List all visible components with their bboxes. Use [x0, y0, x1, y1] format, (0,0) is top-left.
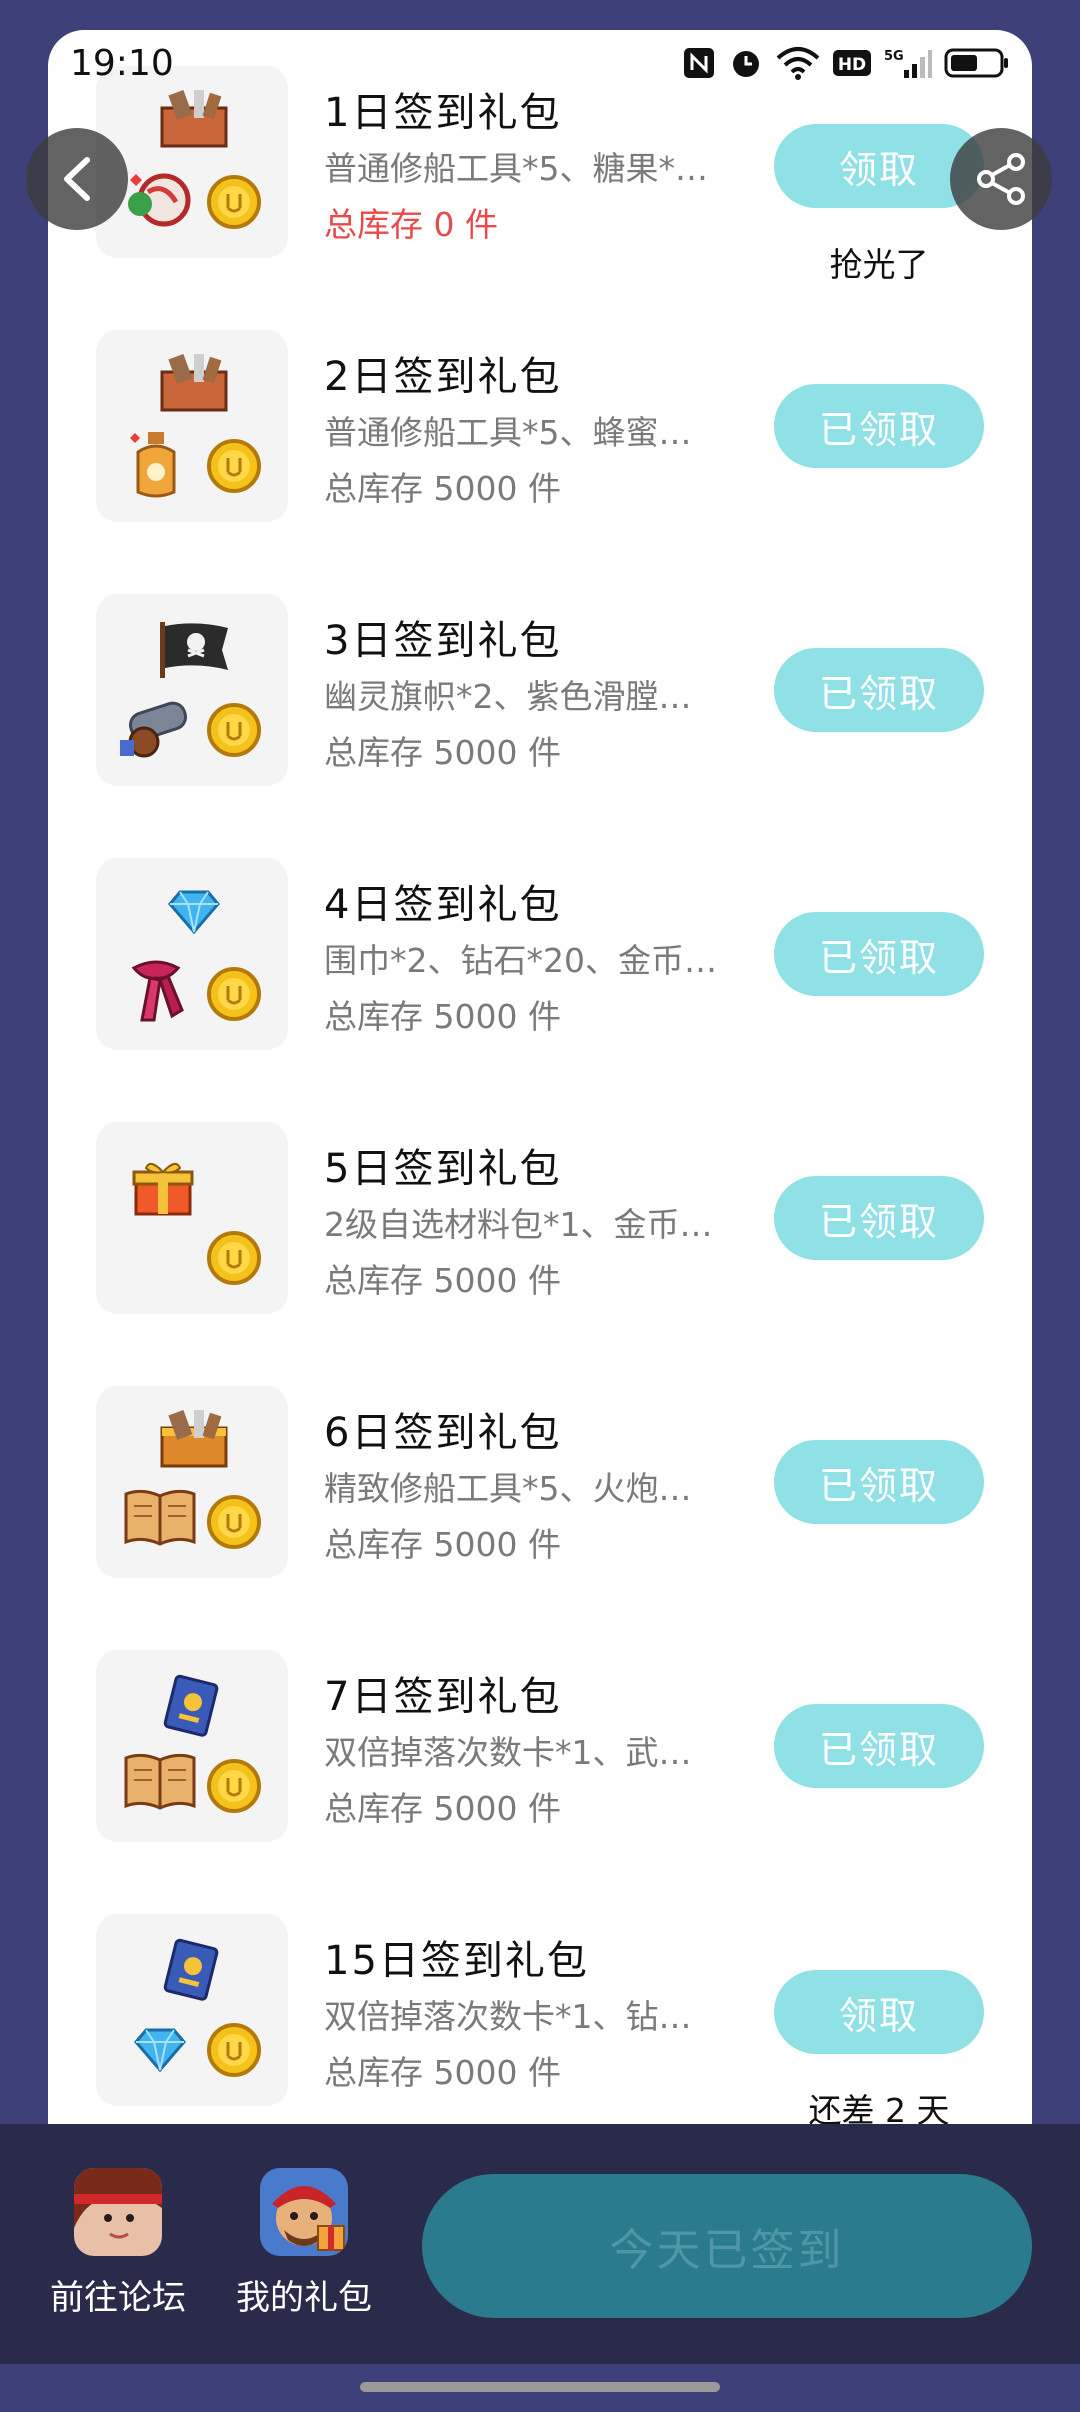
gift-row-day5: 5日签到礼包 2级自选材料包*1、金币… 总库存 5000 件 已领取 — [48, 1122, 1032, 1386]
gift-thumbnail — [96, 330, 288, 522]
claimed-button[interactable]: 已领取 — [774, 384, 984, 468]
alarm-icon — [733, 51, 759, 77]
candy-icon — [128, 173, 191, 227]
gift-list-panel: 19:10 HD 5G 1日签到礼包 普通修船工具*5、糖果*… 总库存 0 件… — [48, 30, 1032, 2130]
gift-desc: 双倍掉落次数卡*1、武… — [324, 1733, 692, 1772]
claimed-button[interactable]: 已领取 — [774, 912, 984, 996]
gift-title: 7日签到礼包 — [324, 1674, 562, 1720]
my-gifts-link[interactable]: 我的礼包 — [224, 2168, 384, 2319]
gift-row-day2: 2日签到礼包 普通修船工具*5、蜂蜜… 总库存 5000 件 已领取 — [48, 330, 1032, 594]
chevron-left-icon — [64, 157, 90, 201]
gift-row-day3: 3日签到礼包 幽灵旗帜*2、紫色滑膛… 总库存 5000 件 已领取 — [48, 594, 1032, 858]
back-button[interactable] — [26, 128, 128, 230]
svg-text:5G: 5G — [884, 49, 904, 64]
cannon-icon — [120, 701, 188, 758]
gift-row-day7: 7日签到礼包 双倍掉落次数卡*1、武… 总库存 5000 件 已领取 — [48, 1650, 1032, 1914]
gift-row-day6: 6日签到礼包 精致修船工具*5、火炮… 总库存 5000 件 已领取 — [48, 1386, 1032, 1650]
gift-thumbnail — [96, 1650, 288, 1842]
gift-stock: 总库存 5000 件 — [324, 1261, 561, 1300]
gift-thumbnail — [96, 1122, 288, 1314]
gift-stock: 总库存 5000 件 — [324, 733, 561, 772]
battery-icon — [944, 48, 1008, 78]
wifi-icon — [776, 47, 820, 80]
coin-icon — [207, 1231, 261, 1285]
status-time: 19:10 — [70, 42, 174, 84]
claimed-button[interactable]: 已领取 — [774, 648, 984, 732]
gift-thumbnail — [96, 1914, 288, 2106]
hd-icon: HD — [833, 50, 871, 76]
toolbox-icon — [160, 353, 228, 412]
status-bar: 19:10 HD 5G — [48, 30, 1032, 96]
coin-icon — [207, 1759, 261, 1813]
share-button[interactable] — [950, 128, 1052, 230]
gift-title: 5日签到礼包 — [324, 1146, 562, 1192]
claimed-button[interactable]: 已领取 — [774, 1704, 984, 1788]
double-drop-card-icon — [163, 1938, 219, 2001]
sold-out-note: 抢光了 — [829, 245, 929, 284]
gift-stock: 总库存 5000 件 — [324, 1525, 561, 1564]
gift-stock: 总库存 5000 件 — [324, 2053, 561, 2092]
gift-desc: 普通修船工具*5、糖果*… — [324, 149, 708, 188]
gift-thumbnail — [96, 594, 288, 786]
gift-title: 15日签到礼包 — [324, 1938, 589, 1984]
gift-desc: 围巾*2、钻石*20、金币… — [324, 941, 717, 980]
gift-desc: 精致修船工具*5、火炮… — [324, 1469, 692, 1508]
gift-stock: 总库存 5000 件 — [324, 469, 561, 508]
signal-icon: 5G — [884, 49, 932, 78]
svg-text:HD: HD — [838, 55, 866, 75]
my-gifts-label: 我的礼包 — [236, 2278, 372, 2318]
gift-thumbnail — [96, 1386, 288, 1578]
pirate-flag-icon — [160, 622, 228, 678]
gift-stock: 总库存 5000 件 — [324, 1789, 561, 1828]
coin-icon — [207, 967, 261, 1021]
coin-icon — [207, 2023, 261, 2077]
signed-in-button[interactable]: 今天已签到 — [422, 2174, 1032, 2318]
diamond-icon — [134, 2028, 186, 2073]
gift-title: 2日签到礼包 — [324, 354, 562, 400]
gift-title: 6日签到礼包 — [324, 1410, 562, 1456]
gift-thumbnail — [96, 858, 288, 1050]
gift-row-day1: 1日签到礼包 普通修船工具*5、糖果*… 总库存 0 件 领取 抢光了 — [48, 66, 1032, 330]
status-icons: HD 5G — [682, 45, 1010, 81]
gift-row-day15: 15日签到礼包 双倍掉落次数卡*1、钻… 总库存 5000 件 领取 还差 2 … — [48, 1914, 1032, 2130]
nfc-icon — [684, 48, 714, 78]
my-gifts-avatar — [260, 2168, 348, 2256]
gift-box-icon — [132, 1162, 194, 1216]
gift-desc: 双倍掉落次数卡*1、钻… — [324, 1997, 692, 2036]
gift-desc: 2级自选材料包*1、金币… — [324, 1205, 713, 1244]
diamond-icon — [168, 890, 220, 935]
honey-jar-icon — [130, 432, 176, 498]
gift-title: 3日签到礼包 — [324, 618, 562, 664]
claim-button[interactable]: 领取 — [774, 1970, 984, 2054]
forum-label: 前往论坛 — [50, 2278, 186, 2318]
gift-desc: 幽灵旗帜*2、紫色滑膛… — [324, 677, 692, 716]
gift-stock: 总库存 0 件 — [324, 205, 498, 244]
share-icon — [977, 153, 1025, 205]
book-icon — [124, 1753, 196, 1810]
double-drop-card-icon — [163, 1674, 219, 1737]
gift-stock: 总库存 5000 件 — [324, 997, 561, 1036]
bottom-bar: 前往论坛 我的礼包 今天已签到 — [0, 2124, 1080, 2364]
claimed-button[interactable]: 已领取 — [774, 1176, 984, 1260]
book-icon — [124, 1489, 196, 1546]
coin-icon — [207, 1495, 261, 1549]
home-indicator[interactable] — [360, 2382, 720, 2392]
gift-title: 4日签到礼包 — [324, 882, 562, 928]
coin-icon — [207, 175, 261, 229]
forum-link[interactable]: 前往论坛 — [38, 2168, 198, 2319]
gift-row-day4: 4日签到礼包 围巾*2、钻石*20、金币… 总库存 5000 件 已领取 — [48, 858, 1032, 1122]
coin-icon — [207, 703, 261, 757]
gift-desc: 普通修船工具*5、蜂蜜… — [324, 413, 692, 452]
scarf-icon — [131, 960, 184, 1022]
claimed-button[interactable]: 已领取 — [774, 1440, 984, 1524]
toolbox-icon — [160, 1409, 228, 1468]
forum-avatar — [74, 2168, 162, 2256]
coin-icon — [207, 439, 261, 493]
